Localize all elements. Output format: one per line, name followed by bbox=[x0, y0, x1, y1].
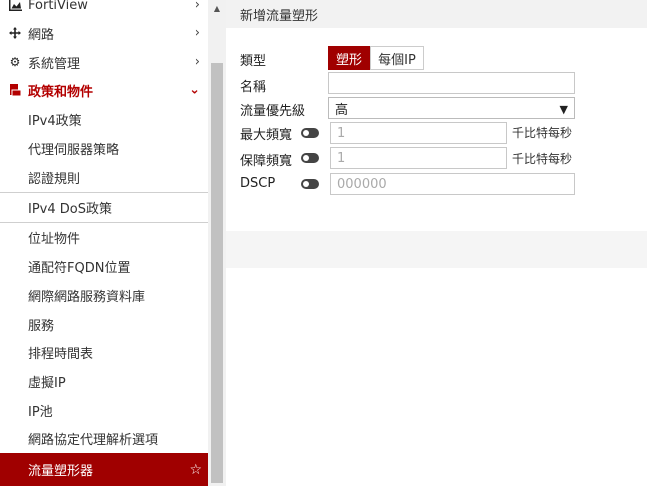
sidebar-item-ipv4-dos-policy[interactable]: IPv4 DoS政策 bbox=[0, 193, 208, 222]
move-icon bbox=[8, 27, 22, 39]
name-label: 名稱 bbox=[240, 80, 267, 95]
guaranteed-bandwidth-label: 保障頻寬 bbox=[240, 154, 293, 169]
sidebar-item-services[interactable]: 服務 bbox=[0, 310, 208, 339]
max-bandwidth-input[interactable]: 1 bbox=[330, 122, 507, 144]
dscp-toggle[interactable] bbox=[301, 179, 319, 189]
sidebar-item-label: IPv4政策 bbox=[28, 114, 82, 129]
type-label: 類型 bbox=[240, 54, 267, 69]
sidebar-item-label: 網路 bbox=[28, 27, 55, 43]
sidebar-item-ipv4-policy[interactable]: IPv4政策 bbox=[0, 105, 208, 134]
sidebar-item-label: FortiView bbox=[28, 0, 88, 13]
gear-icon: ⚙ bbox=[9, 55, 21, 69]
sidebar: FortiView › 網路 › ⚙ 系統管理 › 政策和物件 ⌄ IPv4政策… bbox=[0, 0, 208, 486]
chart-icon bbox=[8, 0, 22, 11]
sidebar-item-label: 流量塑形器 bbox=[28, 464, 94, 479]
guaranteed-bandwidth-unit: 千比特每秒 bbox=[512, 152, 573, 166]
sidebar-item-label: 網際網路服務資料庫 bbox=[28, 290, 146, 305]
priority-select[interactable]: 高 ▼ bbox=[328, 97, 575, 119]
type-per-ip-toggle[interactable]: 每個IP bbox=[370, 46, 424, 70]
sidebar-item-proxy-policy[interactable]: 代理伺服器策略 bbox=[0, 134, 208, 163]
sidebar-item-addresses[interactable]: 位址物件 bbox=[0, 223, 208, 252]
sidebar-item-label: 政策和物件 bbox=[28, 84, 94, 100]
sidebar-item-protocol-options[interactable]: 網路協定代理解析選項 bbox=[0, 424, 208, 453]
sidebar-item-label: 代理伺服器策略 bbox=[28, 143, 120, 158]
dscp-label: DSCP bbox=[240, 176, 276, 191]
sidebar-item-ip-pools[interactable]: IP池 bbox=[0, 396, 208, 425]
guaranteed-bandwidth-toggle[interactable] bbox=[301, 153, 319, 163]
max-bandwidth-toggle[interactable] bbox=[301, 128, 319, 138]
form-title: 新增流量塑形 bbox=[226, 0, 647, 28]
sidebar-item-label: 網路協定代理解析選項 bbox=[28, 433, 159, 448]
scrollbar-thumb[interactable] bbox=[211, 63, 223, 483]
sidebar-item-label: 認證規則 bbox=[28, 172, 81, 187]
sidebar-item-fortiview[interactable]: FortiView › bbox=[0, 0, 208, 19]
sidebar-item-auth-rules[interactable]: 認證規則 bbox=[0, 163, 208, 192]
star-icon[interactable]: ☆ bbox=[189, 462, 202, 478]
scroll-up-arrow-icon[interactable]: ▲ bbox=[208, 0, 226, 16]
type-shape-toggle[interactable]: 塑形 bbox=[328, 46, 370, 70]
main-panel: 新增流量塑形 類型 塑形 每個IP 名稱 流量優先級 高 ▼ 最大頻寬 1 千比… bbox=[226, 0, 647, 486]
sidebar-scrollbar[interactable]: ▲ bbox=[208, 0, 226, 486]
sidebar-item-label: IP池 bbox=[28, 405, 53, 420]
sidebar-item-label: 系統管理 bbox=[28, 56, 81, 72]
form-footer bbox=[226, 231, 647, 268]
sidebar-item-system[interactable]: ⚙ 系統管理 › bbox=[0, 48, 208, 76]
sidebar-item-virtual-ip[interactable]: 虛擬IP bbox=[0, 367, 208, 396]
max-bandwidth-unit: 千比特每秒 bbox=[512, 126, 573, 140]
sidebar-item-label: 通配符FQDN位置 bbox=[28, 261, 131, 276]
dscp-input[interactable]: 000000 bbox=[330, 173, 575, 195]
priority-value: 高 bbox=[335, 102, 349, 118]
sidebar-item-network[interactable]: 網路 › bbox=[0, 19, 208, 47]
sidebar-item-label: IPv4 DoS政策 bbox=[28, 202, 112, 217]
sidebar-item-label: 虛擬IP bbox=[28, 376, 66, 391]
policy-icon bbox=[8, 84, 22, 96]
sidebar-item-policy-objects[interactable]: 政策和物件 ⌄ bbox=[0, 76, 208, 104]
sidebar-item-internet-service-db[interactable]: 網際網路服務資料庫 bbox=[0, 281, 208, 310]
sidebar-item-label: 排程時間表 bbox=[28, 347, 94, 362]
chevron-right-icon: › bbox=[194, 0, 200, 13]
max-bandwidth-label: 最大頻寬 bbox=[240, 128, 293, 143]
sidebar-item-schedules[interactable]: 排程時間表 bbox=[0, 338, 208, 367]
guaranteed-bandwidth-input[interactable]: 1 bbox=[330, 147, 507, 169]
sidebar-item-label: 位址物件 bbox=[28, 232, 81, 247]
chevron-right-icon: › bbox=[194, 54, 200, 70]
chevron-right-icon: › bbox=[194, 25, 200, 41]
priority-label: 流量優先級 bbox=[240, 104, 306, 119]
caret-down-icon: ▼ bbox=[559, 103, 568, 116]
sidebar-item-traffic-shapers[interactable]: 流量塑形器 ☆ bbox=[0, 453, 208, 486]
sidebar-item-label: 服務 bbox=[28, 319, 55, 334]
chevron-down-icon: ⌄ bbox=[189, 82, 200, 98]
name-input[interactable] bbox=[328, 72, 575, 94]
sidebar-item-wildcard-fqdn[interactable]: 通配符FQDN位置 bbox=[0, 252, 208, 281]
